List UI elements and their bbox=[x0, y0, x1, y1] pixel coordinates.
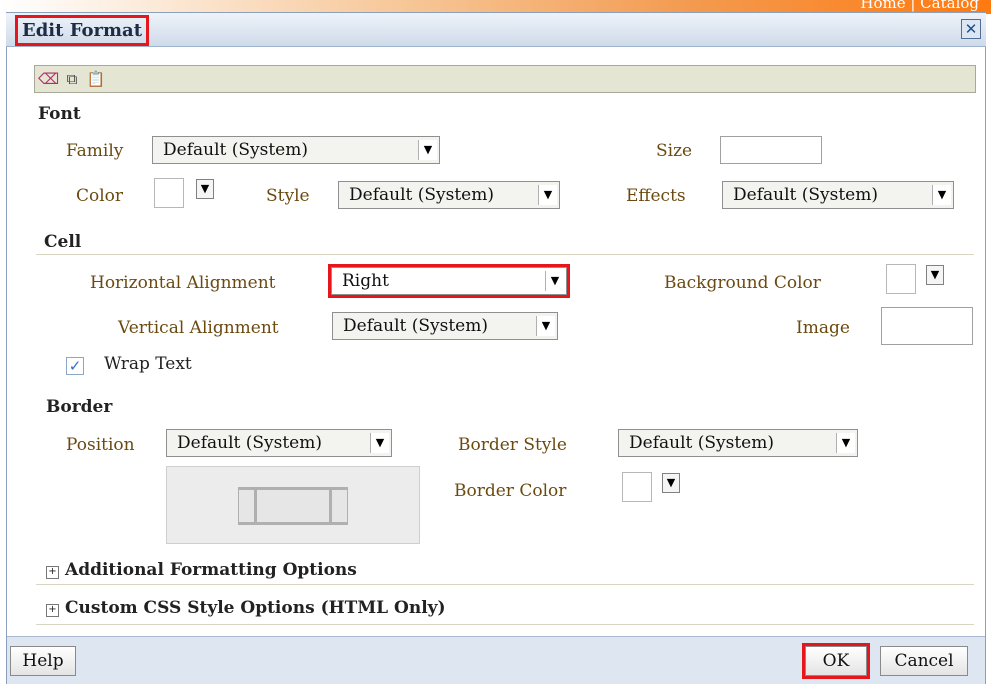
eraser-icon[interactable]: ⌫ bbox=[38, 69, 59, 89]
ok-button[interactable]: OK bbox=[802, 643, 870, 679]
paste-icon[interactable]: 📋 bbox=[86, 69, 106, 89]
size-label: Size bbox=[656, 141, 693, 161]
header-links[interactable]: Home | Catalog bbox=[860, 0, 979, 12]
border-style-select[interactable]: Default (System) ▼ bbox=[618, 429, 858, 457]
position-label: Position bbox=[66, 435, 135, 455]
custom-css-label: Custom CSS Style Options (HTML Only) bbox=[65, 598, 446, 618]
effects-select[interactable]: Default (System) ▼ bbox=[722, 181, 954, 209]
chevron-down-icon: ▼ bbox=[545, 271, 564, 291]
chevron-down-icon: ▼ bbox=[370, 433, 389, 453]
font-color-label: Color bbox=[76, 186, 124, 206]
position-select-value: Default (System) bbox=[177, 433, 322, 453]
expand-plus-icon: + bbox=[46, 566, 59, 579]
format-toolbar bbox=[34, 65, 976, 93]
additional-formatting-expander[interactable]: + Additional Formatting Options bbox=[46, 560, 357, 580]
border-section-heading: Border bbox=[46, 397, 113, 417]
image-input[interactable] bbox=[881, 307, 973, 345]
style-label: Style bbox=[266, 186, 310, 206]
style-select[interactable]: Default (System) ▼ bbox=[338, 181, 560, 209]
font-color-swatch[interactable] bbox=[154, 178, 184, 208]
background-color-dropdown-icon[interactable]: ▼ bbox=[926, 265, 944, 285]
background-color-swatch[interactable] bbox=[886, 264, 916, 294]
wrap-text-checkbox[interactable]: ✓ bbox=[66, 357, 84, 375]
horizontal-alignment-value: Right bbox=[342, 271, 389, 291]
image-label: Image bbox=[796, 318, 850, 338]
effects-select-value: Default (System) bbox=[733, 185, 878, 205]
family-label: Family bbox=[66, 141, 124, 161]
expander-divider bbox=[36, 584, 974, 585]
dialog-title: Edit Format bbox=[14, 15, 150, 46]
vertical-alignment-label: Vertical Alignment bbox=[118, 318, 279, 338]
border-style-value: Default (System) bbox=[629, 433, 774, 453]
effects-label: Effects bbox=[626, 186, 686, 206]
background-color-label: Background Color bbox=[664, 273, 821, 293]
horizontal-alignment-select[interactable]: Right ▼ bbox=[328, 264, 570, 298]
chevron-down-icon: ▼ bbox=[536, 316, 555, 336]
custom-css-expander[interactable]: + Custom CSS Style Options (HTML Only) bbox=[46, 598, 446, 618]
border-color-swatch[interactable] bbox=[622, 472, 652, 502]
expander-divider-2 bbox=[36, 624, 974, 625]
cell-divider bbox=[36, 254, 974, 255]
family-select[interactable]: Default (System) ▼ bbox=[152, 136, 440, 164]
family-select-value: Default (System) bbox=[163, 140, 308, 160]
chevron-down-icon: ▼ bbox=[418, 140, 437, 160]
horizontal-alignment-label: Horizontal Alignment bbox=[90, 273, 276, 293]
chevron-down-icon: ▼ bbox=[932, 185, 951, 205]
copy-icon[interactable]: ⧉ bbox=[62, 69, 82, 89]
chevron-down-icon: ▼ bbox=[538, 185, 557, 205]
vertical-alignment-select[interactable]: Default (System) ▼ bbox=[332, 312, 558, 340]
font-color-dropdown-icon[interactable]: ▼ bbox=[196, 179, 214, 199]
border-preview-left[interactable] bbox=[254, 487, 257, 525]
additional-formatting-label: Additional Formatting Options bbox=[65, 560, 357, 580]
help-button[interactable]: Help bbox=[10, 646, 76, 676]
wrap-text-label: Wrap Text bbox=[104, 354, 192, 374]
border-style-label: Border Style bbox=[458, 435, 567, 455]
font-section-heading: Font bbox=[38, 104, 81, 124]
border-color-dropdown-icon[interactable]: ▼ bbox=[662, 473, 680, 493]
expand-plus-icon: + bbox=[46, 604, 59, 617]
chevron-down-icon: ▼ bbox=[836, 433, 855, 453]
cancel-button[interactable]: Cancel bbox=[880, 646, 968, 676]
size-input[interactable] bbox=[720, 136, 822, 164]
style-select-value: Default (System) bbox=[349, 185, 494, 205]
cell-section-heading: Cell bbox=[44, 232, 82, 252]
close-icon[interactable]: ✕ bbox=[961, 19, 981, 39]
position-select[interactable]: Default (System) ▼ bbox=[166, 429, 392, 457]
border-preview-right[interactable] bbox=[329, 487, 332, 525]
vertical-alignment-value: Default (System) bbox=[343, 316, 488, 336]
dialog-titlebar bbox=[6, 13, 986, 47]
border-color-label: Border Color bbox=[454, 481, 567, 501]
